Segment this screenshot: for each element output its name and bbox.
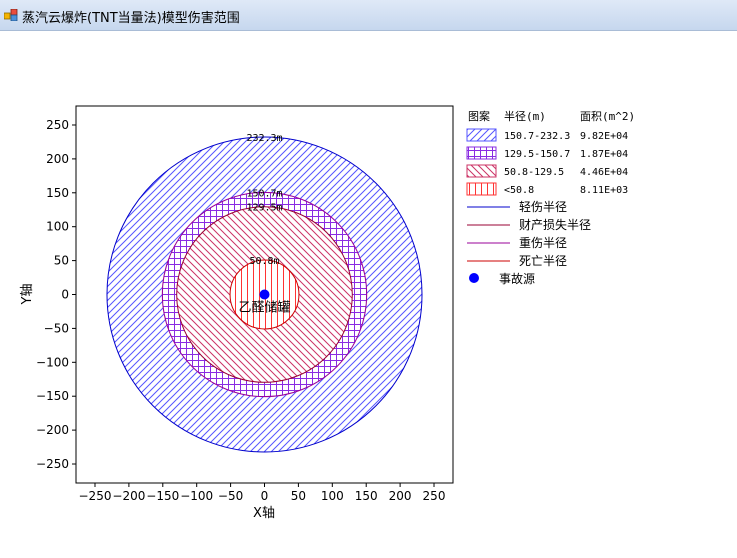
legend-range-2: 50.8-129.5 — [504, 167, 564, 178]
legend-swatch-0 — [466, 128, 497, 142]
legend-swatch-2 — [466, 164, 497, 178]
x-tick-label-8: 150 — [355, 489, 378, 503]
y-tick-label-6: 50 — [54, 254, 69, 268]
legend-line-label-1: 财产损失半径 — [519, 217, 591, 232]
y-tick-label-9: 200 — [46, 152, 69, 166]
x-tick-label-9: 200 — [389, 489, 412, 503]
x-tick-label-0: −250 — [79, 489, 112, 503]
legend-line-label-3: 死亡半径 — [519, 254, 567, 268]
legend-range-1: 129.5-150.7 — [504, 149, 570, 160]
y-tick-label-1: −200 — [36, 423, 69, 437]
x-tick-label-3: −100 — [180, 489, 213, 503]
x-tick-label-1: −200 — [112, 489, 145, 503]
legend-range-0: 150.7-232.3 — [504, 131, 570, 142]
ring-label-0: 232.3m — [246, 133, 282, 144]
center-label: 乙醛储罐 — [238, 300, 290, 316]
chart-area: 232.3m150.7m129.5m50.8m乙醛储罐 −250 −200 −150… — [20, 105, 635, 521]
legend-header-1: 半径(m) — [504, 109, 546, 123]
title-bar: 蒸汽云爆炸(TNT当量法)模型伤害范围 — [0, 0, 737, 31]
x-axis-label: X轴 — [253, 506, 275, 521]
legend-line-label-2: 重伤半径 — [519, 236, 567, 250]
x-tick-label-6: 50 — [291, 489, 306, 503]
legend-swatch-1 — [466, 146, 497, 160]
ring-label-2: 129.5m — [246, 203, 282, 214]
y-axis-label: Y轴 — [20, 284, 35, 306]
x-tick-label-4: −50 — [218, 489, 243, 503]
legend-area-1: 1.87E+04 — [580, 149, 628, 160]
legend-area-3: 8.11E+03 — [580, 185, 628, 196]
accident-point — [259, 289, 270, 300]
legend-range-3: <50.8 — [504, 185, 534, 196]
x-tick-label-7: 100 — [321, 489, 344, 503]
y-tick-label-3: −100 — [36, 355, 69, 369]
legend-header-2: 面积(m^2) — [580, 110, 635, 123]
legend-accident-marker — [469, 273, 479, 283]
legend-swatch-3 — [466, 182, 497, 196]
ring-label-1: 150.7m — [246, 188, 282, 199]
x-tick-label-10: 250 — [423, 489, 446, 503]
y-tick-label-5: 0 — [61, 288, 69, 302]
y-tick-label-2: −150 — [36, 389, 69, 403]
legend-area-0: 9.82E+04 — [580, 131, 628, 142]
legend-accident-label: 事故源 — [499, 271, 535, 286]
y-tick-label-0: −250 — [36, 457, 69, 471]
window-title: 蒸汽云爆炸(TNT当量法)模型伤害范围 — [22, 11, 240, 26]
legend-area-2: 4.46E+04 — [580, 167, 628, 178]
legend-line-label-0: 轻伤半径 — [519, 200, 567, 214]
y-tick-label-7: 100 — [46, 220, 69, 234]
app-icon — [4, 9, 18, 21]
ring-label-3: 50.8m — [249, 256, 279, 267]
legend: 图案 半径(m) 面积(m^2) 150.7-232.3 9.82E+04 129.5-1… — [466, 109, 635, 286]
y-tick-label-4: −50 — [44, 321, 69, 335]
x-tick-label-5: 0 — [261, 489, 269, 503]
y-tick-label-10: 250 — [46, 118, 69, 132]
y-tick-label-8: 150 — [46, 186, 69, 200]
x-tick-label-2: −150 — [146, 489, 179, 503]
legend-header-0: 图案 — [468, 109, 490, 123]
